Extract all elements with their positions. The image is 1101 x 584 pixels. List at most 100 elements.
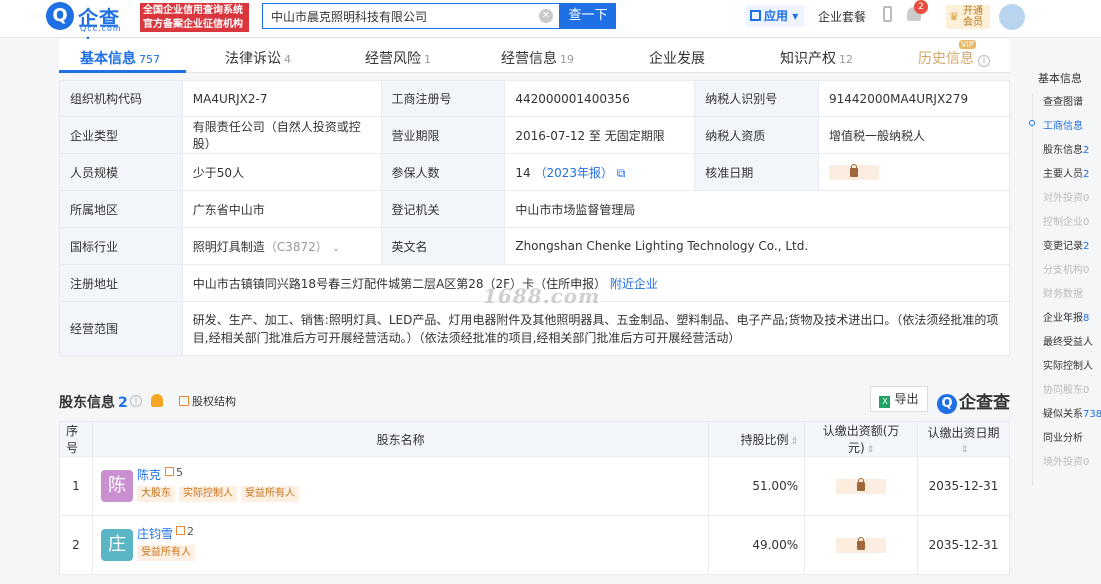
- export-button[interactable]: X 导出: [870, 386, 928, 412]
- enterprise-package-link[interactable]: 企业套餐: [818, 8, 866, 25]
- apps-grid-icon: [750, 10, 761, 21]
- sidenav-item[interactable]: 控制企业0: [1043, 213, 1089, 228]
- clear-icon[interactable]: ✕: [539, 9, 553, 23]
- approval-date-label: 核准日期: [694, 153, 820, 191]
- info-icon[interactable]: i: [130, 395, 142, 407]
- sidenav-item[interactable]: 协同股东0: [1043, 381, 1089, 396]
- col-header-ratio[interactable]: 持股比例 ⇕: [708, 421, 806, 457]
- tag-list: 大股东 实际控制人 受益所有人: [136, 485, 303, 502]
- chevron-down-icon: ▾: [792, 9, 799, 23]
- avatar[interactable]: 陈: [100, 470, 133, 502]
- sidenav-item[interactable]: 工商信息: [1029, 117, 1083, 132]
- tab-risk[interactable]: 经营风险 1: [365, 48, 431, 68]
- shareholders-title-text: 股东信息: [59, 395, 115, 411]
- chart-icon[interactable]: ⧉: [617, 166, 626, 180]
- chevron-down-icon: ⌄: [331, 242, 341, 254]
- nearby-companies-link[interactable]: 附近企业: [610, 277, 658, 291]
- tab-basic-info[interactable]: 基本信息 757: [80, 48, 160, 68]
- sidenav-item[interactable]: 股东信息2: [1043, 141, 1089, 156]
- shareholders-count: 2: [118, 395, 128, 411]
- apps-menu[interactable]: 应用 ▾: [746, 5, 804, 27]
- sidenav-item[interactable]: 查查图谱: [1043, 93, 1083, 108]
- sidenav-item-label: 疑似关系: [1043, 409, 1083, 420]
- authority-value: 中山市市场监督管理局: [504, 190, 1010, 228]
- tab-ip[interactable]: 知识产权 12: [780, 48, 853, 68]
- sidenav-item[interactable]: 主要人员2: [1043, 165, 1089, 180]
- industry-cell[interactable]: 照明灯具制造（C3872） ⌄: [181, 227, 382, 265]
- crown-icon: ♛: [949, 10, 959, 23]
- sidenav-item[interactable]: 财务数据: [1043, 285, 1083, 300]
- user-avatar-icon[interactable]: [999, 4, 1025, 30]
- sidenav-item-count: 0: [1083, 217, 1090, 228]
- sidenav-item[interactable]: 分支机构0: [1043, 261, 1089, 276]
- phone-icon[interactable]: [883, 6, 892, 22]
- section-tabs: 基本信息 757 法律诉讼 4 经营风险 1 经营信息 19 企业发展 知识产权 12 历…: [59, 39, 1010, 73]
- badge-line-2: 官方备案企业征信机构: [143, 19, 243, 30]
- official-badge: 全国企业信用查询系统 官方备案企业征信机构: [140, 3, 249, 32]
- tax-id-label: 纳税人识别号: [694, 80, 820, 117]
- sidenav-item[interactable]: 实际控制人: [1043, 357, 1093, 372]
- relation-count[interactable]: 2: [175, 525, 194, 538]
- col-header-capital-label: 认缴出资额(万元): [822, 424, 900, 455]
- locked-value[interactable]: [836, 536, 887, 553]
- sidenav-item-label: 财务数据: [1043, 289, 1083, 300]
- region-label: 所属地区: [59, 190, 183, 228]
- row-no: 1: [59, 456, 93, 516]
- shareholder-name-link[interactable]: 庄钧雪: [137, 525, 173, 542]
- equity-structure-button[interactable]: 股权结构: [179, 393, 236, 409]
- locked-value[interactable]: [836, 477, 887, 494]
- col-header-no: 序号: [59, 421, 93, 457]
- shareholding-ratio: 51.00%: [708, 456, 806, 516]
- open-vip-button[interactable]: ♛ 开通 会员: [946, 5, 990, 29]
- relation-count[interactable]: 5: [164, 466, 183, 479]
- tab-label: 基本信息: [80, 51, 136, 67]
- sidenav-item[interactable]: 同业分析: [1043, 429, 1083, 444]
- search-button[interactable]: 查一下: [560, 3, 616, 29]
- tab-history[interactable]: 历史信息 i: [918, 48, 990, 68]
- col-header-date[interactable]: 认缴出资日期 ⇕: [917, 421, 1010, 457]
- export-label: 导出: [894, 392, 919, 406]
- shareholding-ratio: 49.00%: [708, 515, 806, 575]
- row-no: 2: [59, 515, 93, 575]
- col-header-capital[interactable]: 认缴出资额(万元) ⇕: [804, 421, 919, 457]
- tab-legal[interactable]: 法律诉讼 4: [225, 48, 291, 68]
- col-header-date-label: 认缴出资日期: [927, 425, 1000, 440]
- annual-report-link[interactable]: （2023年报）: [534, 166, 613, 180]
- industry-value: 照明灯具制造: [192, 239, 265, 254]
- qcc-mark-icon: Q: [937, 394, 957, 414]
- sidenav-item[interactable]: 境外投资0: [1043, 453, 1089, 468]
- address-label: 注册地址: [59, 264, 183, 302]
- shareholder-name-link[interactable]: 陈克: [137, 466, 161, 483]
- sidenav-item[interactable]: 最终受益人: [1043, 333, 1093, 348]
- bell-icon[interactable]: [151, 394, 163, 407]
- tax-qualification-value: 增值税一般纳税人: [818, 116, 1010, 154]
- sidenav-heading: 基本信息: [1038, 72, 1082, 85]
- english-name-label: 英文名: [380, 227, 506, 265]
- authority-label: 登记机关: [380, 190, 506, 228]
- tab-development[interactable]: 企业发展: [649, 48, 705, 68]
- scope-value: 研发、生产、加工、销售:照明灯具、LED产品、灯用电器附件及其他照明器具、五金制…: [181, 301, 1011, 356]
- avatar[interactable]: 庄: [100, 529, 133, 561]
- sidenav-item[interactable]: 对外投资0: [1043, 189, 1089, 204]
- table-row: 2 庄 庄钧雪 2 受益所有人 49.00% 2035-12-31: [59, 515, 1010, 575]
- capital-date: 2035-12-31: [917, 515, 1010, 575]
- sidenav-item-count: 8: [1083, 313, 1090, 324]
- vip-tag: VIP: [959, 40, 976, 49]
- sidenav-item[interactable]: 变更记录2: [1043, 237, 1089, 252]
- tab-count: 12: [839, 53, 853, 66]
- sidenav-item-label: 控制企业: [1043, 217, 1083, 228]
- tag: 受益所有人: [136, 545, 195, 561]
- tab-business[interactable]: 经营信息 19: [501, 48, 574, 68]
- tab-label: 经营风险: [365, 51, 421, 67]
- sidenav-item[interactable]: 疑似关系738: [1043, 405, 1101, 420]
- staff-size-value: 少于50人: [181, 153, 382, 191]
- sidenav-item-label: 对外投资: [1043, 193, 1083, 204]
- qcc-logo[interactable]: Q 企查查 Qcc.com: [46, 2, 138, 59]
- tab-label: 经营信息: [501, 51, 557, 67]
- reg-no-value: 442000001400356: [504, 80, 696, 117]
- search-input[interactable]: [263, 4, 533, 28]
- sidenav-item[interactable]: 企业年报8: [1043, 309, 1089, 324]
- sidenav-item-label: 股东信息: [1043, 145, 1083, 156]
- shareholder-cell: 庄 庄钧雪 2 受益所有人: [91, 515, 710, 575]
- locked-value[interactable]: [829, 163, 880, 180]
